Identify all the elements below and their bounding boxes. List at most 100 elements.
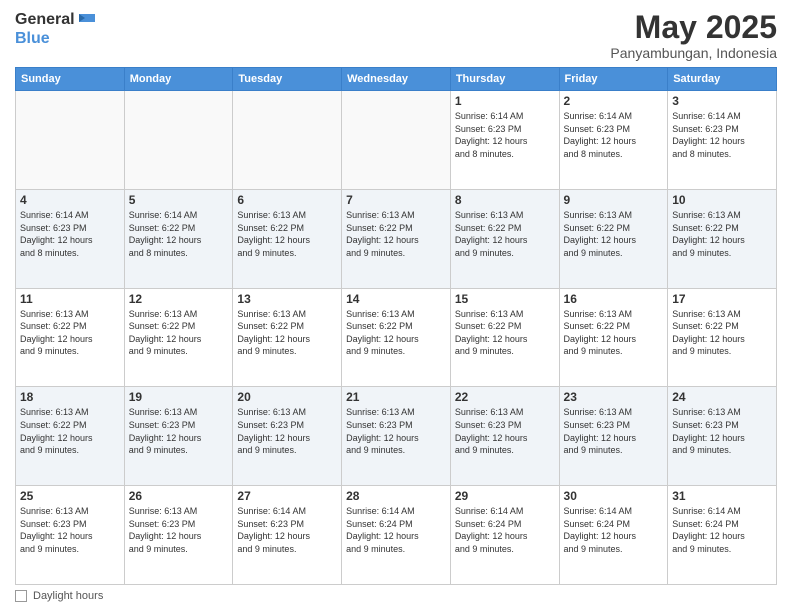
calendar-day-cell: 31Sunrise: 6:14 AM Sunset: 6:24 PM Dayli… <box>668 486 777 585</box>
month-title: May 2025 <box>610 10 777 45</box>
calendar-day-cell: 6 Sunrise: 6:13 AM Sunset: 6:22 PM Daylig… <box>233 189 342 288</box>
calendar-day-header: Saturday <box>668 68 777 91</box>
calendar-day-cell: 9Sunrise: 6:13 AM Sunset: 6:22 PM Daylig… <box>559 189 668 288</box>
day-number: 3 <box>672 94 772 108</box>
calendar-day-cell: 2 Sunrise: 6:14 AM Sunset: 6:23 PM Daylig… <box>559 91 668 190</box>
day-info: Sunrise: 6:14 AM Sunset: 6:24 PM Dayligh… <box>564 505 664 555</box>
day-number: 24 <box>672 390 772 404</box>
calendar-day-cell: 10 Sunrise: 6:13 AM Sunset: 6:22 PM Dayli… <box>668 189 777 288</box>
calendar-day-cell: 13 Sunrise: 6:13 AM Sunset: 6:22 PM Dayli… <box>233 288 342 387</box>
day-number: 9 <box>564 193 664 207</box>
day-info: Sunrise: 6:13 AM Sunset: 6:23 PM Dayligh… <box>129 505 229 555</box>
day-number: 7 <box>346 193 446 207</box>
day-info: Sunrise: 6:13 AM Sunset: 6:23 PM Dayligh… <box>20 505 120 555</box>
day-number: 19 <box>129 390 229 404</box>
day-info: Sunrise: 6:13 AM Sunset: 6:22 PM Dayligh… <box>20 308 120 358</box>
day-info: Sunrise: 6:14 AM Sunset: 6:24 PM Dayligh… <box>672 505 772 555</box>
day-info: Sunrise: 6:13 AM Sunset: 6:22 PM Dayligh… <box>346 209 446 259</box>
calendar-day-cell: 28 Sunrise: 6:14 AM Sunset: 6:24 PM Dayli… <box>342 486 451 585</box>
day-info: Sunrise: 6:13 AM Sunset: 6:23 PM Dayligh… <box>129 406 229 456</box>
calendar-day-header: Monday <box>124 68 233 91</box>
calendar-week-row: 1 Sunrise: 6:14 AM Sunset: 6:23 PM Daylig… <box>16 91 777 190</box>
day-number: 26 <box>129 489 229 503</box>
calendar-day-cell: 22 Sunrise: 6:13 AM Sunset: 6:23 PM Dayli… <box>450 387 559 486</box>
calendar-header-row: SundayMondayTuesdayWednesdayThursdayFrid… <box>16 68 777 91</box>
calendar-day-cell: 8Sunrise: 6:13 AM Sunset: 6:22 PM Daylig… <box>450 189 559 288</box>
logo-wordmark: General Blue <box>15 10 95 48</box>
calendar-day-cell: 17 Sunrise: 6:13 AM Sunset: 6:22 PM Dayli… <box>668 288 777 387</box>
calendar-day-cell: 27Sunrise: 6:14 AM Sunset: 6:23 PM Dayli… <box>233 486 342 585</box>
day-number: 18 <box>20 390 120 404</box>
day-info: Sunrise: 6:13 AM Sunset: 6:22 PM Dayligh… <box>20 406 120 456</box>
day-number: 10 <box>672 193 772 207</box>
page: General Blue May 2025 Panyambungan, Indo… <box>0 0 792 612</box>
day-number: 1 <box>455 94 555 108</box>
day-number: 12 <box>129 292 229 306</box>
day-number: 25 <box>20 489 120 503</box>
day-number: 17 <box>672 292 772 306</box>
day-info: Sunrise: 6:13 AM Sunset: 6:23 PM Dayligh… <box>455 406 555 456</box>
day-number: 2 <box>564 94 664 108</box>
day-number: 5 <box>129 193 229 207</box>
calendar-day-cell: 20Sunrise: 6:13 AM Sunset: 6:23 PM Dayli… <box>233 387 342 486</box>
day-number: 20 <box>237 390 337 404</box>
day-number: 28 <box>346 489 446 503</box>
day-info: Sunrise: 6:13 AM Sunset: 6:22 PM Dayligh… <box>455 209 555 259</box>
day-number: 14 <box>346 292 446 306</box>
calendar-day-header: Thursday <box>450 68 559 91</box>
day-info: Sunrise: 6:13 AM Sunset: 6:22 PM Dayligh… <box>672 308 772 358</box>
day-info: Sunrise: 6:13 AM Sunset: 6:22 PM Dayligh… <box>455 308 555 358</box>
logo: General Blue <box>15 10 95 48</box>
footer: Daylight hours <box>15 590 777 602</box>
calendar-day-cell: 18 Sunrise: 6:13 AM Sunset: 6:22 PM Dayli… <box>16 387 125 486</box>
day-info: Sunrise: 6:13 AM Sunset: 6:22 PM Dayligh… <box>672 209 772 259</box>
day-number: 30 <box>564 489 664 503</box>
day-info: Sunrise: 6:13 AM Sunset: 6:22 PM Dayligh… <box>237 209 337 259</box>
day-number: 29 <box>455 489 555 503</box>
calendar-day-cell <box>16 91 125 190</box>
calendar-day-cell: 24Sunrise: 6:13 AM Sunset: 6:23 PM Dayli… <box>668 387 777 486</box>
calendar-week-row: 25 Sunrise: 6:13 AM Sunset: 6:23 PM Dayli… <box>16 486 777 585</box>
calendar-day-cell <box>124 91 233 190</box>
day-info: Sunrise: 6:13 AM Sunset: 6:23 PM Dayligh… <box>346 406 446 456</box>
daylight-label: Daylight hours <box>33 590 103 602</box>
header: General Blue May 2025 Panyambungan, Indo… <box>15 10 777 61</box>
calendar-week-row: 11 Sunrise: 6:13 AM Sunset: 6:22 PM Dayli… <box>16 288 777 387</box>
calendar-day-cell <box>342 91 451 190</box>
day-info: Sunrise: 6:14 AM Sunset: 6:23 PM Dayligh… <box>564 110 664 160</box>
calendar-day-cell: 5Sunrise: 6:14 AM Sunset: 6:22 PM Daylig… <box>124 189 233 288</box>
day-number: 6 <box>237 193 337 207</box>
calendar-day-cell: 30 Sunrise: 6:14 AM Sunset: 6:24 PM Dayli… <box>559 486 668 585</box>
day-info: Sunrise: 6:14 AM Sunset: 6:23 PM Dayligh… <box>455 110 555 160</box>
day-info: Sunrise: 6:13 AM Sunset: 6:22 PM Dayligh… <box>237 308 337 358</box>
day-info: Sunrise: 6:13 AM Sunset: 6:23 PM Dayligh… <box>564 406 664 456</box>
day-number: 13 <box>237 292 337 306</box>
day-info: Sunrise: 6:14 AM Sunset: 6:24 PM Dayligh… <box>346 505 446 555</box>
calendar-day-cell: 15Sunrise: 6:13 AM Sunset: 6:22 PM Dayli… <box>450 288 559 387</box>
day-number: 27 <box>237 489 337 503</box>
day-number: 22 <box>455 390 555 404</box>
calendar-day-cell: 25 Sunrise: 6:13 AM Sunset: 6:23 PM Dayli… <box>16 486 125 585</box>
calendar-week-row: 4Sunrise: 6:14 AM Sunset: 6:23 PM Daylig… <box>16 189 777 288</box>
calendar-day-cell: 4Sunrise: 6:14 AM Sunset: 6:23 PM Daylig… <box>16 189 125 288</box>
logo-blue-text: Blue <box>15 29 95 48</box>
calendar-day-cell: 29 Sunrise: 6:14 AM Sunset: 6:24 PM Dayli… <box>450 486 559 585</box>
calendar-day-cell: 21Sunrise: 6:13 AM Sunset: 6:23 PM Dayli… <box>342 387 451 486</box>
calendar-day-cell: 19 Sunrise: 6:13 AM Sunset: 6:23 PM Dayli… <box>124 387 233 486</box>
day-number: 16 <box>564 292 664 306</box>
logo-general-text: General <box>15 10 75 29</box>
calendar-day-header: Wednesday <box>342 68 451 91</box>
day-number: 11 <box>20 292 120 306</box>
day-info: Sunrise: 6:13 AM Sunset: 6:22 PM Dayligh… <box>564 308 664 358</box>
calendar-day-cell: 16 Sunrise: 6:13 AM Sunset: 6:22 PM Dayli… <box>559 288 668 387</box>
day-info: Sunrise: 6:14 AM Sunset: 6:24 PM Dayligh… <box>455 505 555 555</box>
day-info: Sunrise: 6:13 AM Sunset: 6:22 PM Dayligh… <box>129 308 229 358</box>
calendar-day-cell: 14 Sunrise: 6:13 AM Sunset: 6:22 PM Dayli… <box>342 288 451 387</box>
day-info: Sunrise: 6:13 AM Sunset: 6:22 PM Dayligh… <box>346 308 446 358</box>
logo-flag-icon <box>77 14 95 26</box>
calendar-day-cell: 11 Sunrise: 6:13 AM Sunset: 6:22 PM Dayli… <box>16 288 125 387</box>
calendar-day-header: Friday <box>559 68 668 91</box>
calendar-day-cell: 3Sunrise: 6:14 AM Sunset: 6:23 PM Daylig… <box>668 91 777 190</box>
calendar-day-cell <box>233 91 342 190</box>
calendar-day-cell: 26 Sunrise: 6:13 AM Sunset: 6:23 PM Dayli… <box>124 486 233 585</box>
